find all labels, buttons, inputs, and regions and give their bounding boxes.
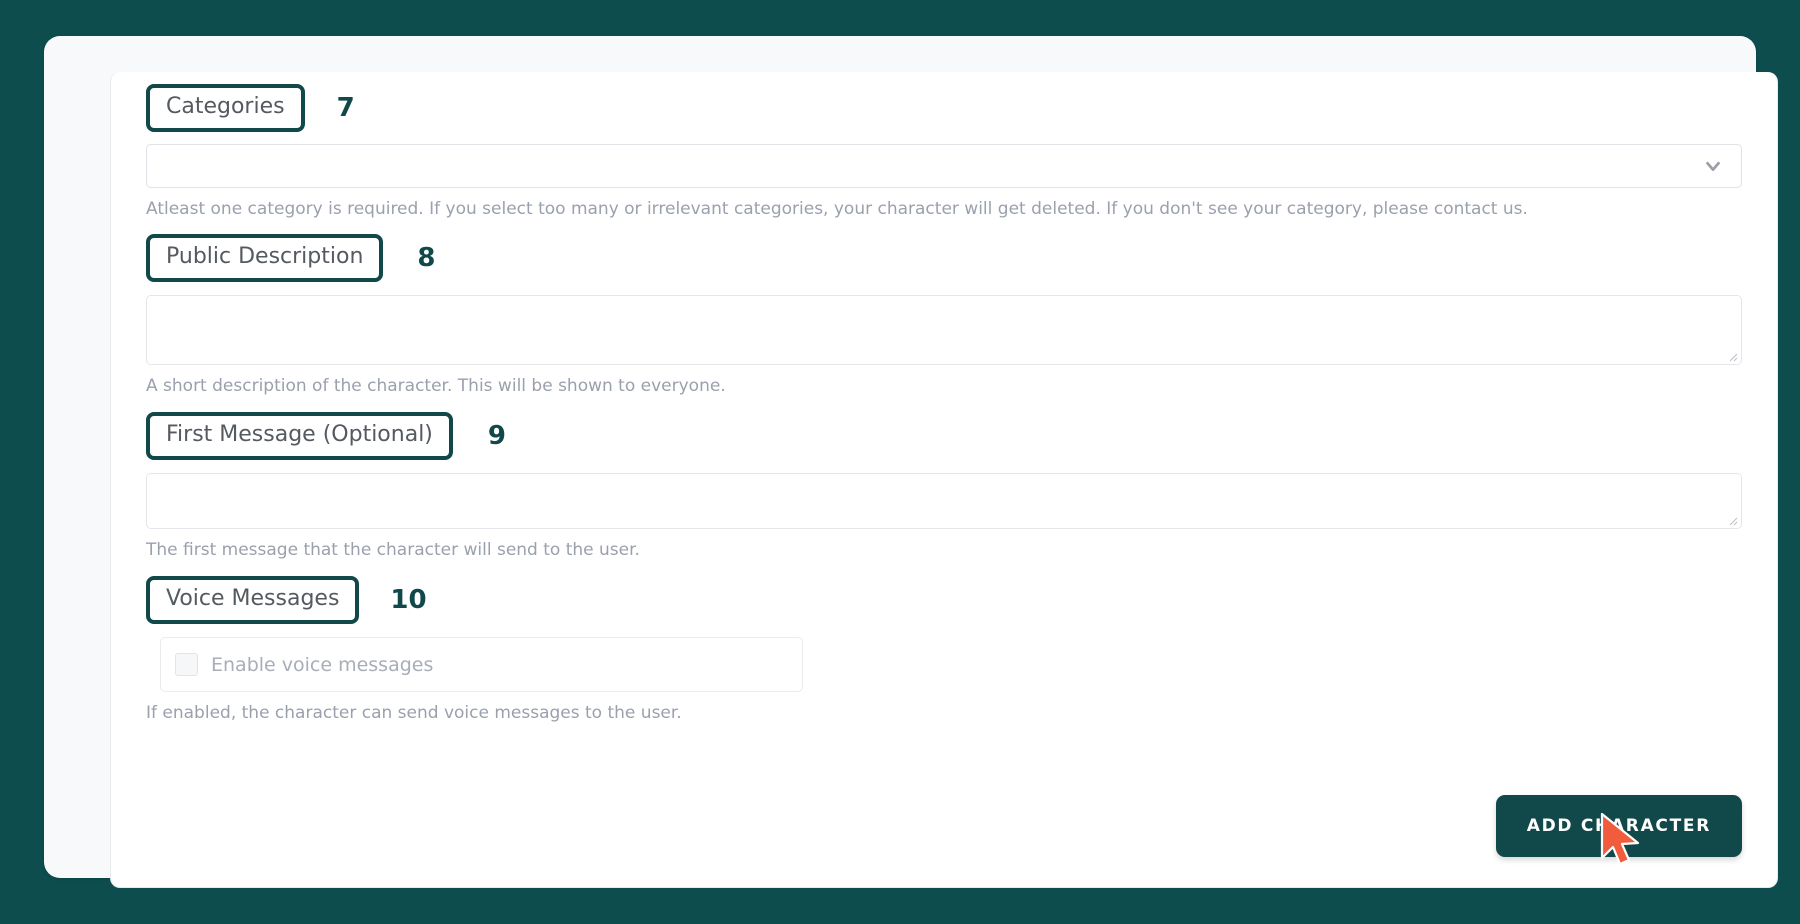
submit-row: ADD CHARACTER (1495, 795, 1742, 857)
field-group-categories: Categories 7 Atleast one category is req… (146, 72, 1742, 219)
chevron-down-icon[interactable] (1702, 155, 1724, 177)
helper-text-public-description: A short description of the character. Th… (146, 376, 726, 396)
add-character-button[interactable]: ADD CHARACTER (1495, 795, 1742, 857)
page-surface: Categories 7 Atleast one category is req… (44, 36, 1778, 888)
label-categories: Categories (166, 94, 285, 119)
field-group-public-description: Public Description 8 A short description (146, 232, 1742, 396)
step-number-10: 10 (390, 585, 427, 615)
step-number-7: 7 (336, 93, 355, 123)
step-number-8: 8 (417, 243, 436, 273)
field-group-first-message: First Message (Optional) 9 The first mes (146, 410, 1742, 560)
form-body: Categories 7 Atleast one category is req… (111, 72, 1777, 887)
categories-select[interactable] (146, 144, 1742, 188)
label-row-categories: Categories 7 (146, 82, 1742, 134)
enable-voice-messages-checkbox[interactable] (175, 653, 198, 676)
resize-handle-icon[interactable] (1726, 350, 1738, 362)
first-message-textarea[interactable] (146, 473, 1742, 529)
resize-handle-icon[interactable] (1726, 514, 1738, 526)
enable-voice-messages-row[interactable]: Enable voice messages (160, 637, 803, 692)
add-character-form-card: Categories 7 Atleast one category is req… (110, 72, 1778, 888)
label-highlight-first-message: First Message (Optional) (146, 412, 453, 460)
public-description-textarea[interactable] (146, 295, 1742, 365)
app-frame: Categories 7 Atleast one category is req… (0, 0, 1800, 924)
label-highlight-voice-messages: Voice Messages (146, 576, 360, 624)
helper-text-first-message: The first message that the character wil… (146, 540, 640, 560)
label-highlight-categories: Categories (146, 84, 305, 132)
label-first-message: First Message (Optional) (166, 422, 433, 447)
enable-voice-messages-label: Enable voice messages (211, 653, 434, 676)
helper-text-categories: Atleast one category is required. If you… (146, 199, 1528, 219)
label-row-public-description: Public Description 8 (146, 232, 1742, 284)
step-number-9: 9 (487, 421, 506, 451)
label-row-voice-messages: Voice Messages 10 (146, 574, 1742, 626)
label-row-first-message: First Message (Optional) 9 (146, 410, 1742, 462)
helper-text-voice-messages: If enabled, the character can send voice… (146, 703, 682, 723)
label-public-description: Public Description (166, 244, 364, 269)
label-highlight-public-description: Public Description (146, 234, 384, 282)
label-voice-messages: Voice Messages (166, 586, 340, 611)
field-group-voice-messages: Voice Messages 10 Enable voice messages … (146, 574, 1742, 723)
